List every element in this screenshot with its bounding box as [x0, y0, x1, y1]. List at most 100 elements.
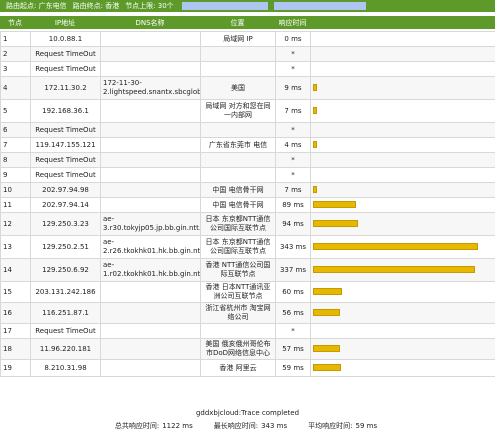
- hop-dns: [100, 137, 201, 153]
- hop-response-time: 337 ms: [275, 258, 311, 282]
- hop-number: 14: [0, 258, 31, 282]
- hop-latency-bar-cell: [310, 197, 495, 213]
- hop-dns: [100, 99, 201, 123]
- hop-latency-bar-cell: [310, 137, 495, 153]
- latency-bar: [313, 107, 317, 114]
- hop-number: 2: [0, 46, 31, 62]
- table-row: 14 129.250.6.92 ae-1.r02.tkokhk01.hk.bb.gi…: [0, 258, 495, 282]
- hop-response-time: *: [275, 323, 311, 339]
- table-row: 5 192.168.36.1 局域网 对方和您在同一内部网 7 ms: [0, 99, 495, 123]
- hop-latency-bar-cell: [310, 359, 495, 377]
- hop-response-time: *: [275, 61, 311, 77]
- hop-dns: [100, 167, 201, 183]
- hop-latency-bar-cell: [310, 323, 495, 339]
- hop-dns: [100, 359, 201, 377]
- hop-location: 局域网 IP: [200, 31, 276, 47]
- hop-ip: Request TimeOut: [30, 122, 101, 138]
- header-dns: DNS名称: [135, 18, 165, 27]
- latency-bar: [313, 266, 475, 273]
- table-row: 19 8.210.31.98 香港 阿里云 59 ms: [0, 359, 495, 377]
- avg-time-label: 平均响应时间:: [308, 422, 353, 430]
- hop-location: 香港 NTT通信公司国际互联节点: [200, 258, 276, 282]
- hop-response-time: 343 ms: [275, 235, 311, 259]
- hop-number: 9: [0, 167, 31, 183]
- hop-response-time: 59 ms: [275, 359, 311, 377]
- hop-response-time: *: [275, 46, 311, 62]
- hop-latency-bar-cell: [310, 61, 495, 77]
- hop-location: 香港 阿里云: [200, 359, 276, 377]
- hop-number: 18: [0, 338, 31, 360]
- hop-location: 广东省东莞市 电信: [200, 137, 276, 153]
- hop-ip: 172.11.30.2: [30, 76, 101, 100]
- hop-location: 局域网 对方和您在同一内部网: [200, 99, 276, 123]
- hop-ip: 116.251.87.1: [30, 302, 101, 324]
- hop-response-time: 89 ms: [275, 197, 311, 213]
- hop-ip: 10.0.88.1: [30, 31, 101, 47]
- table-row: 15 203.131.242.186 香港 日本NTT通讯亚洲公司互联节点 60 ms: [0, 281, 495, 303]
- route-origin: 路由起点: 广东电信: [6, 2, 67, 10]
- latency-bar: [313, 220, 358, 227]
- hop-dns: [100, 302, 201, 324]
- latency-bar: [313, 201, 356, 208]
- hop-latency-bar-cell: [310, 182, 495, 198]
- hop-number: 11: [0, 197, 31, 213]
- hop-location: [200, 61, 276, 77]
- latency-bar: [313, 309, 340, 316]
- max-time-value: 343 ms: [261, 422, 288, 430]
- hop-location: 日本 东京都NTT通信公司国际互联节点: [200, 212, 276, 236]
- hop-number: 19: [0, 359, 31, 377]
- trace-status: gddxbjcloud:Trace completed: [195, 409, 300, 417]
- total-time-label: 总共响应时间:: [114, 422, 160, 430]
- total-time: 总共响应时间: 1122 ms: [115, 421, 196, 431]
- hop-ip: 203.131.242.186: [30, 281, 101, 303]
- hop-ip: Request TimeOut: [30, 61, 101, 77]
- hop-latency-bar-cell: [310, 76, 495, 100]
- hop-latency-bar-cell: [310, 258, 495, 282]
- hop-ip: 202.97.94.98: [30, 182, 101, 198]
- hop-latency-bar-cell: [310, 281, 495, 303]
- hop-dns: ae-2.r26.tkokhk01.hk.bb.gin.ntt.net: [100, 235, 201, 259]
- hop-location: 中国 电信骨干网: [200, 197, 276, 213]
- hop-number: 5: [0, 99, 31, 123]
- hop-dns: [100, 46, 201, 62]
- header-ip: IP地址: [54, 18, 76, 27]
- hop-number: 8: [0, 152, 31, 168]
- redacted-field: [181, 2, 268, 10]
- max-time: 最长响应时间: 343 ms: [214, 421, 290, 431]
- hop-dns: [100, 61, 201, 77]
- hop-response-time: 56 ms: [275, 302, 311, 324]
- latency-bar: [313, 84, 317, 91]
- hop-location: [200, 323, 276, 339]
- table-row: 9 Request TimeOut *: [0, 167, 495, 183]
- hop-location: 浙江省杭州市 淘宝网络公司: [200, 302, 276, 324]
- hop-latency-bar-cell: [310, 46, 495, 62]
- hop-number: 3: [0, 61, 31, 77]
- header-hop: 节点: [8, 18, 22, 27]
- hop-dns: [100, 182, 201, 198]
- hop-ip: Request TimeOut: [30, 46, 101, 62]
- hop-location: 美国 俄亥俄州哥伦布市DoD网络信息中心: [200, 338, 276, 360]
- hop-dns: [100, 197, 201, 213]
- hop-number: 15: [0, 281, 31, 303]
- hop-dns: ae-3.r30.tokyjp05.jp.bb.gin.ntt.net: [100, 212, 201, 236]
- latency-bar: [313, 243, 478, 250]
- hop-response-time: *: [275, 122, 311, 138]
- redacted-field-2: [273, 2, 366, 10]
- hop-latency-bar-cell: [310, 99, 495, 123]
- table-row: 2 Request TimeOut *: [0, 46, 495, 62]
- hop-location: 日本 东京都NTT通信公司国际互联节点: [200, 235, 276, 259]
- latency-bar: [313, 345, 340, 352]
- hop-response-time: *: [275, 152, 311, 168]
- hop-dns: 172-11-30-2.lightspeed.snantx.sbcglobal.…: [100, 76, 201, 100]
- avg-time-value: 59 ms: [355, 422, 378, 430]
- hop-number: 13: [0, 235, 31, 259]
- avg-time: 平均响应时间: 59 ms: [308, 421, 380, 431]
- hop-ip: 129.250.2.51: [30, 235, 101, 259]
- hop-response-time: 9 ms: [275, 76, 311, 100]
- hop-ip: Request TimeOut: [30, 152, 101, 168]
- hop-location: [200, 122, 276, 138]
- header-response: 响应时间: [278, 18, 307, 27]
- hop-latency-bar-cell: [310, 302, 495, 324]
- table-row: 7 119.147.155.121 广东省东莞市 电信 4 ms: [0, 137, 495, 153]
- hop-number: 1: [0, 31, 31, 47]
